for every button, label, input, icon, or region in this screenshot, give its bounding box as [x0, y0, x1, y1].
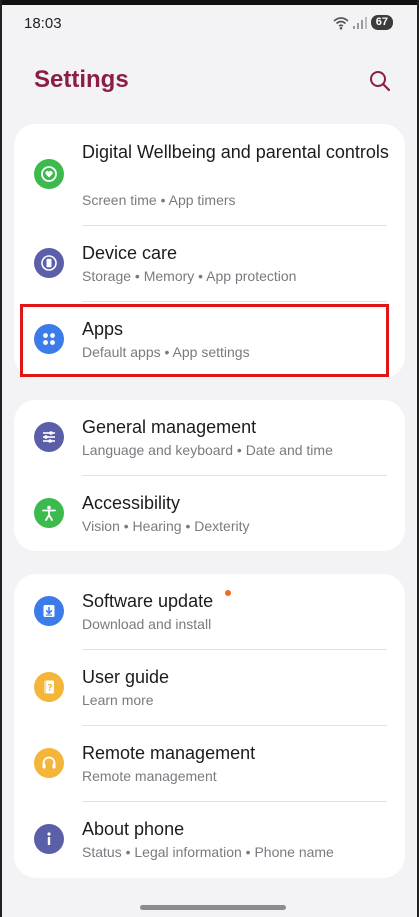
- setting-item-about-phone[interactable]: About phone Status • Legal information •…: [14, 802, 405, 878]
- wifi-icon: [333, 16, 349, 29]
- setting-item-remote-management[interactable]: Remote management Remote management: [14, 726, 405, 801]
- setting-item-device-care[interactable]: Device care Storage • Memory • App prote…: [14, 226, 405, 300]
- update-badge-dot: [225, 590, 231, 596]
- search-icon: [370, 71, 391, 92]
- item-title: Software update: [82, 591, 214, 611]
- headset-icon: [34, 748, 64, 778]
- apps-highlight-box: [20, 304, 389, 377]
- battery-indicator: 67: [370, 15, 393, 30]
- item-subtitle: Language and keyboard • Date and time: [82, 442, 333, 458]
- item-subtitle: Screen time • App timers: [82, 192, 236, 208]
- setting-item-accessibility[interactable]: Accessibility Vision • Hearing • Dexteri…: [14, 476, 405, 551]
- sliders-icon: [34, 422, 64, 452]
- item-title: General management: [82, 417, 257, 437]
- guide-icon: ?: [34, 672, 64, 702]
- accessibility-icon: [34, 498, 64, 528]
- item-title: Accessibility: [82, 493, 181, 513]
- item-title: User guide: [82, 667, 170, 687]
- home-gesture-bar[interactable]: [140, 905, 286, 910]
- status-time: 18:03: [24, 15, 62, 32]
- signal-icon: [352, 16, 367, 29]
- settings-group-3: Software update Download and install ? U…: [14, 574, 405, 878]
- setting-item-digital-wellbeing[interactable]: Digital Wellbeing and parental controls …: [14, 124, 405, 224]
- search-button[interactable]: [369, 70, 391, 92]
- svg-text:?: ?: [47, 684, 52, 694]
- item-title: Digital Wellbeing and parental controls: [82, 142, 389, 162]
- device-care-icon: [34, 248, 64, 278]
- item-subtitle: Remote management: [82, 768, 217, 784]
- settings-group-2: General management Language and keyboard…: [14, 400, 405, 551]
- page-title: Settings: [34, 66, 129, 93]
- wellbeing-icon: [34, 159, 64, 189]
- setting-item-user-guide[interactable]: ? User guide Learn more: [14, 650, 405, 725]
- status-bar: 18:03 67: [2, 0, 417, 44]
- item-subtitle: Download and install: [82, 616, 212, 632]
- item-subtitle: Vision • Hearing • Dexterity: [82, 518, 250, 534]
- item-title: Device care: [82, 243, 178, 263]
- item-title: Remote management: [82, 743, 256, 763]
- download-icon: [34, 596, 64, 626]
- item-subtitle: Learn more: [82, 692, 154, 708]
- setting-item-general-management[interactable]: General management Language and keyboard…: [14, 400, 405, 475]
- info-icon: [34, 824, 64, 854]
- item-subtitle: Status • Legal information • Phone name: [82, 844, 334, 860]
- status-icons: 67: [333, 15, 393, 30]
- item-subtitle: Storage • Memory • App protection: [82, 268, 297, 284]
- setting-item-software-update[interactable]: Software update Download and install: [14, 574, 405, 648]
- item-title: About phone: [82, 819, 185, 839]
